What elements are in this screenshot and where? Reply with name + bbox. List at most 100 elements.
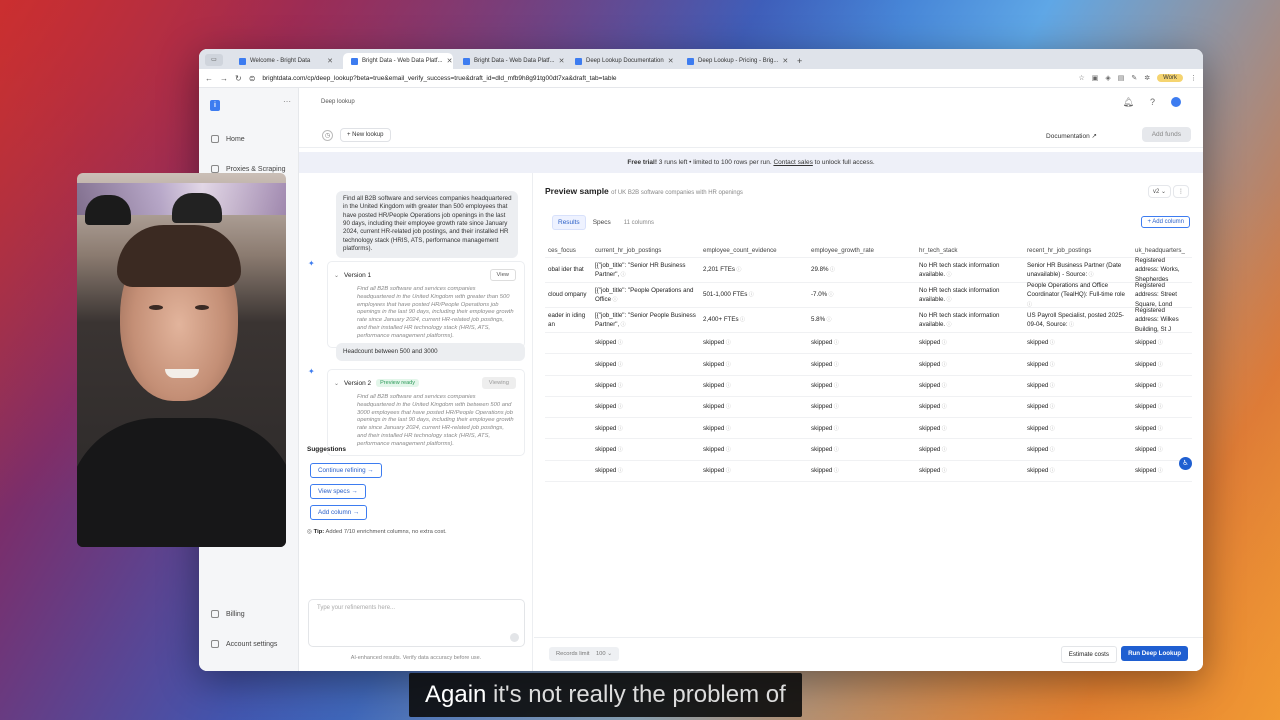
view-version-button[interactable]: View bbox=[489, 269, 516, 281]
column-header[interactable]: current_hr_job_postings bbox=[592, 246, 700, 255]
column-header[interactable]: employee_growth_rate bbox=[808, 246, 916, 255]
add-column-button[interactable]: + Add column bbox=[1141, 216, 1190, 228]
close-tab-icon[interactable]: ✕ bbox=[327, 57, 333, 65]
accessibility-icon[interactable]: ♿︎ bbox=[1179, 457, 1192, 470]
sidebar-item-billing[interactable]: Billing bbox=[211, 610, 245, 618]
address-bar-row: ← → ↻ ⊜ brightdata.com/cp/deep_lookup?be… bbox=[199, 69, 1203, 88]
contact-sales-link[interactable]: Contact sales bbox=[773, 159, 812, 166]
table-row-skipped[interactable]: skippedskippedskippedskippedskippedskipp… bbox=[545, 461, 1192, 483]
table-row-skipped[interactable]: skippedskippedskippedskippedskippedskipp… bbox=[545, 333, 1192, 355]
table-cell: People Operations and Office Coordinator… bbox=[1024, 281, 1132, 309]
extension-icon[interactable]: ▤ bbox=[1118, 74, 1125, 82]
table-cell: No HR tech stack information available. bbox=[916, 311, 1024, 330]
close-tab-icon[interactable]: ✕ bbox=[668, 57, 674, 65]
forward-icon[interactable]: → bbox=[220, 74, 228, 83]
sidebar-item-account-settings[interactable]: Account settings bbox=[211, 640, 277, 648]
documentation-link[interactable]: Documentation ↗ bbox=[1046, 132, 1097, 140]
table-cell: skipped bbox=[592, 424, 700, 434]
profile-chip[interactable]: Work bbox=[1157, 74, 1183, 82]
column-header[interactable]: ces_focus bbox=[545, 246, 592, 255]
extensions-puzzle-icon[interactable]: ✲ bbox=[1144, 74, 1150, 82]
continue-refining-button[interactable]: Continue refining → bbox=[310, 463, 382, 478]
table-cell: skipped bbox=[916, 381, 1024, 391]
browser-tab[interactable]: Bright Data - Web Data Platf... ✕ bbox=[455, 53, 565, 69]
browser-menu-icon[interactable]: ⋮ bbox=[1190, 74, 1197, 82]
records-limit-select[interactable]: Records limit 100 ⌄ bbox=[549, 647, 620, 661]
table-row[interactable]: obal ider that [{"job_title": "Senior HR… bbox=[545, 257, 1192, 283]
table-cell: skipped bbox=[1132, 381, 1192, 391]
reload-icon[interactable]: ↻ bbox=[235, 74, 242, 83]
table-row[interactable]: eader in iding an [{"job_title": "Senior… bbox=[545, 307, 1192, 333]
table-row-skipped[interactable]: skippedskippedskippedskippedskippedskipp… bbox=[545, 439, 1192, 461]
view-specs-button[interactable]: View specs → bbox=[310, 484, 366, 499]
close-tab-icon[interactable]: ✕ bbox=[447, 57, 453, 65]
settings-icon bbox=[211, 640, 219, 648]
extension-icon[interactable]: ✎ bbox=[1131, 74, 1137, 82]
more-options-icon[interactable]: ⋮ bbox=[1173, 185, 1189, 198]
table-row-skipped[interactable]: skippedskippedskippedskippedskippedskipp… bbox=[545, 418, 1192, 440]
table-cell: skipped bbox=[700, 424, 808, 434]
site-info-icon[interactable]: ⊜ bbox=[249, 74, 256, 83]
brightdata-logo[interactable]: i bbox=[210, 100, 220, 111]
table-cell: US Payroll Specialist, posted 2025-09-04… bbox=[1024, 311, 1132, 330]
estimate-costs-button[interactable]: Estimate costs bbox=[1060, 646, 1117, 663]
extension-icon[interactable]: ▣ bbox=[1092, 74, 1099, 82]
refinement-input[interactable]: Type your refinements here... bbox=[308, 599, 525, 647]
add-funds-button[interactable]: Add funds bbox=[1141, 127, 1191, 142]
close-tab-icon[interactable]: ✕ bbox=[559, 57, 565, 65]
new-lookup-button[interactable]: + New lookup bbox=[340, 128, 391, 142]
table-cell: skipped bbox=[808, 402, 916, 412]
table-cell: skipped bbox=[916, 466, 1024, 476]
favicon-icon bbox=[239, 57, 246, 65]
url-field[interactable]: brightdata.com/cp/deep_lookup?beta=true&… bbox=[262, 75, 1071, 82]
chevron-down-icon[interactable]: ⌄ bbox=[334, 380, 339, 387]
browser-tab[interactable]: Deep Lookup - Pricing - Brig... ✕ bbox=[679, 53, 789, 69]
table-cell: [{"job_title": "Senior HR Business Partn… bbox=[592, 261, 700, 280]
table-row-skipped[interactable]: skippedskippedskippedskippedskippedskipp… bbox=[545, 376, 1192, 397]
column-header[interactable]: hr_tech_stack bbox=[916, 246, 1024, 255]
sidebar-item-home[interactable]: Home bbox=[211, 135, 245, 143]
browser-tab[interactable]: Deep Lookup Documentation ✕ bbox=[567, 53, 677, 69]
table-cell: skipped bbox=[700, 466, 808, 476]
new-tab-button[interactable]: + bbox=[791, 56, 808, 69]
version-1-card: ⌄ Version 1 View Find all B2B software and… bbox=[327, 261, 525, 348]
close-tab-icon[interactable]: ✕ bbox=[782, 57, 788, 65]
table-cell: [{"job_title": "People Operations and Of… bbox=[592, 286, 700, 305]
table-cell: skipped bbox=[808, 381, 916, 391]
table-cell: skipped bbox=[1024, 381, 1132, 391]
table-cell: 2,201 FTEs bbox=[700, 265, 808, 275]
version-select[interactable]: v2 ⌄ bbox=[1147, 185, 1171, 198]
notifications-bell-icon[interactable]: 🔔︎ bbox=[1123, 97, 1134, 108]
tab-strip: ▭ Welcome - Bright Data ✕ Bright Data - W… bbox=[199, 49, 1203, 69]
extension-icon[interactable]: ◈ bbox=[1105, 74, 1110, 82]
add-column-suggestion-button[interactable]: Add column → bbox=[310, 505, 368, 520]
tab-results[interactable]: Results bbox=[552, 215, 586, 230]
table-cell: 29.8% bbox=[808, 265, 916, 275]
table-cell: skipped bbox=[1024, 338, 1132, 348]
table-cell: eader in iding an bbox=[548, 311, 586, 328]
sidebar-menu-icon[interactable]: ⋯ bbox=[283, 97, 291, 106]
bookmark-star-icon[interactable]: ☆ bbox=[1078, 74, 1084, 82]
send-icon[interactable] bbox=[510, 633, 519, 642]
help-icon[interactable]: ? bbox=[1150, 97, 1155, 108]
table-row[interactable]: cloud ompany [{"job_title": "People Oper… bbox=[545, 281, 1192, 309]
tab-specs[interactable]: Specs bbox=[588, 216, 616, 229]
table-row-skipped[interactable]: skippedskippedskippedskippedskippedskipp… bbox=[545, 354, 1192, 376]
table-row-skipped[interactable]: skippedskippedskippedskippedskippedskipp… bbox=[545, 397, 1192, 419]
browser-tab[interactable]: Welcome - Bright Data ✕ bbox=[231, 53, 341, 69]
table-cell: skipped bbox=[700, 445, 808, 455]
table-cell: skipped bbox=[1024, 466, 1132, 476]
history-icon[interactable]: ◷ bbox=[322, 130, 333, 141]
back-icon[interactable]: ← bbox=[205, 74, 213, 83]
column-header[interactable]: recent_hr_job_postings bbox=[1024, 246, 1132, 255]
columns-count: 11 columns bbox=[623, 219, 655, 226]
tab-groups-icon[interactable]: ▭ bbox=[205, 54, 223, 66]
chevron-down-icon[interactable]: ⌄ bbox=[334, 272, 339, 279]
browser-tab-active[interactable]: Bright Data - Web Data Platf... ✕ bbox=[343, 53, 453, 69]
preview-ready-badge: Preview ready bbox=[376, 379, 419, 387]
run-deep-lookup-button[interactable]: Run Deep Lookup bbox=[1121, 646, 1188, 661]
column-header[interactable]: employee_count_evidence bbox=[700, 246, 808, 255]
sidebar-item-proxies[interactable]: Proxies & Scraping bbox=[211, 165, 286, 173]
account-avatar[interactable] bbox=[1171, 97, 1181, 107]
column-header[interactable]: uk_headquarters_ bbox=[1132, 246, 1192, 255]
